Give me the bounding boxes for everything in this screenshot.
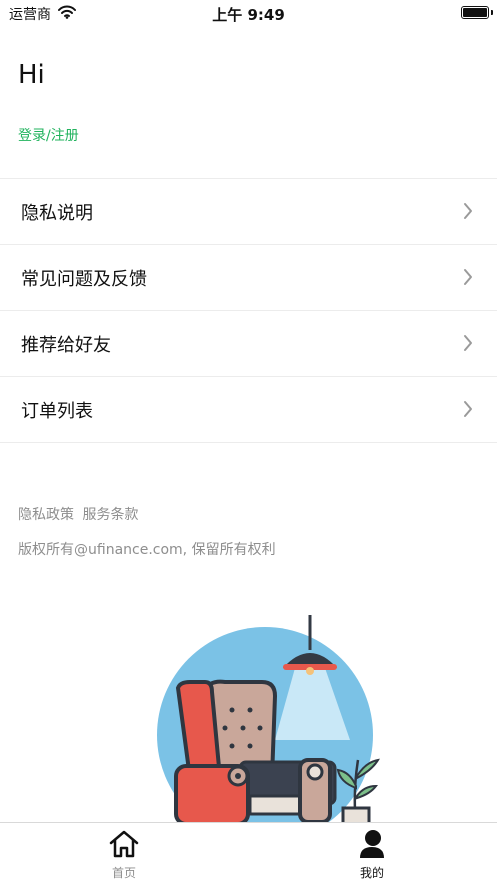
battery-icon bbox=[461, 6, 493, 19]
login-register-link[interactable]: 登录/注册 bbox=[18, 125, 79, 145]
chevron-right-icon bbox=[463, 334, 473, 356]
tab-mine-label: 我的 bbox=[359, 866, 384, 880]
menu-item-recommend[interactable]: 推荐给好友 bbox=[0, 311, 497, 377]
menu-item-label: 常见问题及反馈 bbox=[21, 269, 147, 290]
menu-item-label: 订单列表 bbox=[21, 401, 93, 422]
footer-links: 隐私政策 服务条款 bbox=[18, 504, 142, 524]
person-icon bbox=[312, 829, 432, 863]
menu-item-orders[interactable]: 订单列表 bbox=[0, 377, 497, 443]
chevron-right-icon bbox=[463, 268, 473, 290]
home-icon bbox=[64, 829, 184, 863]
menu-item-faq-feedback[interactable]: 常见问题及反馈 bbox=[0, 245, 497, 311]
tab-home[interactable]: 首页 bbox=[64, 823, 184, 884]
menu-item-label: 推荐给好友 bbox=[21, 335, 111, 356]
armchair-illustration bbox=[150, 610, 390, 843]
status-time: 上午 9:49 bbox=[212, 6, 285, 24]
tab-mine[interactable]: 我的 bbox=[312, 823, 432, 884]
chevron-right-icon bbox=[463, 400, 473, 422]
settings-menu: 隐私说明 常见问题及反馈 推荐给好友 订单列表 bbox=[0, 178, 497, 443]
tab-bar: 首页 我的 bbox=[0, 822, 497, 884]
chevron-right-icon bbox=[463, 202, 473, 224]
menu-item-label: 隐私说明 bbox=[21, 203, 93, 224]
privacy-policy-link[interactable]: 隐私政策 bbox=[18, 507, 74, 523]
greeting-title: Hi bbox=[18, 60, 45, 90]
copyright-text: 版权所有@ufinance.com, 保留所有权利 bbox=[18, 542, 276, 558]
terms-of-service-link[interactable]: 服务条款 bbox=[82, 507, 138, 523]
menu-item-privacy[interactable]: 隐私说明 bbox=[0, 179, 497, 245]
status-bar: 运营商 上午 9:49 bbox=[0, 0, 497, 26]
tab-home-label: 首页 bbox=[111, 866, 136, 880]
